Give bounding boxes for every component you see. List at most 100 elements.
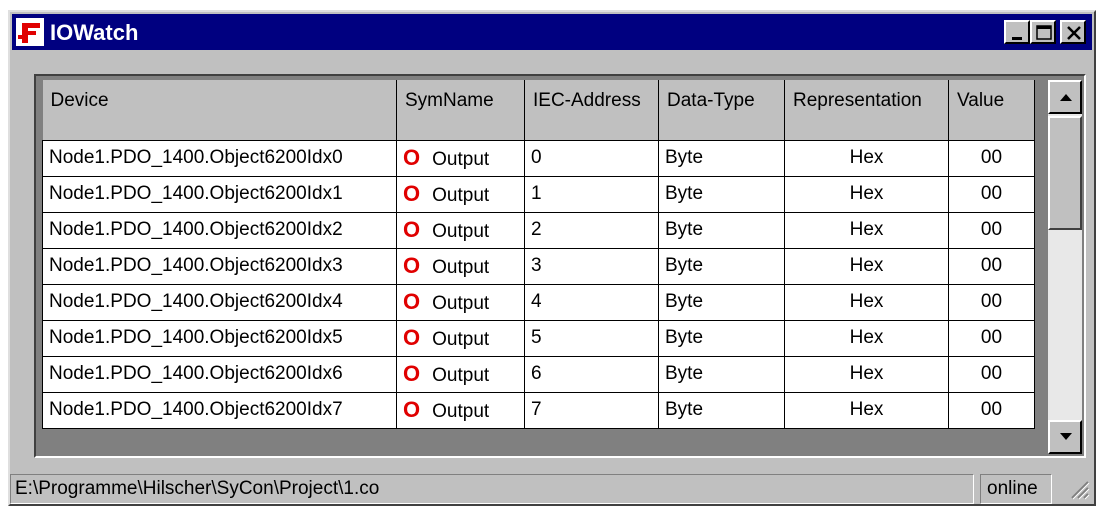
address-cell[interactable]: 6	[524, 355, 659, 393]
scroll-down-button[interactable]	[1048, 420, 1082, 454]
representation-cell[interactable]: Hex	[784, 139, 949, 177]
output-io-icon: O	[403, 181, 421, 206]
table-row[interactable]: Node1.PDO_1400.Object6200Idx6 O Output 6 …	[42, 355, 1035, 393]
type-cell[interactable]: Byte	[658, 355, 785, 393]
representation-cell[interactable]: Hex	[784, 247, 949, 285]
address-cell[interactable]: 0	[524, 139, 659, 177]
symname-text: Output	[432, 293, 490, 314]
table-row[interactable]: Node1.PDO_1400.Object6200Idx7 O Output 7 …	[42, 391, 1035, 429]
sycon-app-icon[interactable]	[16, 18, 44, 46]
symname-cell[interactable]: O Output	[396, 175, 525, 213]
value-cell[interactable]: 00	[948, 391, 1035, 429]
symname-cell[interactable]: O Output	[396, 211, 525, 249]
minimize-button[interactable]	[1004, 20, 1030, 44]
device-cell[interactable]: Node1.PDO_1400.Object6200Idx0	[42, 139, 397, 177]
value-cell[interactable]: 00	[948, 283, 1035, 321]
table-row[interactable]: Node1.PDO_1400.Object6200Idx2 O Output 2 …	[42, 211, 1035, 249]
representation-cell[interactable]: Hex	[784, 175, 949, 213]
value-cell[interactable]: 00	[948, 175, 1035, 213]
minimize-icon	[1012, 37, 1022, 40]
value-cell[interactable]: 00	[948, 355, 1035, 393]
address-cell[interactable]: 7	[524, 391, 659, 429]
device-cell[interactable]: Node1.PDO_1400.Object6200Idx7	[42, 391, 397, 429]
col-header-symname[interactable]: SymName	[396, 80, 525, 141]
io-grid: Device SymName IEC-Address Data-Type Rep…	[34, 74, 1086, 458]
arrow-up-icon	[1060, 94, 1072, 101]
value-cell[interactable]: 00	[948, 319, 1035, 357]
output-io-icon: O	[403, 253, 421, 278]
table-row[interactable]: Node1.PDO_1400.Object6200Idx3 O Output 3 …	[42, 247, 1035, 285]
type-cell[interactable]: Byte	[658, 247, 785, 285]
value-cell[interactable]: 00	[948, 247, 1035, 285]
close-icon	[1067, 26, 1081, 40]
type-cell[interactable]: Byte	[658, 283, 785, 321]
vertical-scrollbar[interactable]	[1048, 80, 1082, 454]
device-cell[interactable]: Node1.PDO_1400.Object6200Idx2	[42, 211, 397, 249]
col-header-iec-address[interactable]: IEC-Address	[524, 80, 659, 141]
symname-text: Output	[432, 149, 490, 170]
symname-text: Output	[432, 221, 490, 242]
symname-cell[interactable]: O Output	[396, 247, 525, 285]
window-title: IOWatch	[50, 20, 139, 45]
output-io-icon: O	[403, 289, 421, 314]
status-bar: E:\Programme\Hilscher\SyCon\Project\1.co…	[10, 474, 1094, 504]
scrollbar-thumb[interactable]	[1048, 116, 1082, 230]
representation-cell[interactable]: Hex	[784, 355, 949, 393]
type-cell[interactable]: Byte	[658, 139, 785, 177]
col-header-device[interactable]: Device	[42, 80, 397, 141]
scroll-up-button[interactable]	[1048, 80, 1082, 114]
symname-text: Output	[432, 257, 490, 278]
table-row[interactable]: Node1.PDO_1400.Object6200Idx1 O Output 1 …	[42, 175, 1035, 213]
type-cell[interactable]: Byte	[658, 391, 785, 429]
status-mode: online	[980, 474, 1052, 504]
title-bar[interactable]: IOWatch	[12, 14, 1092, 50]
symname-cell[interactable]: O Output	[396, 283, 525, 321]
representation-cell[interactable]: Hex	[784, 283, 949, 321]
representation-cell[interactable]: Hex	[784, 319, 949, 357]
symname-cell[interactable]: O Output	[396, 139, 525, 177]
col-header-value[interactable]: Value	[948, 80, 1035, 141]
value-cell[interactable]: 00	[948, 211, 1035, 249]
output-io-icon: O	[403, 325, 421, 350]
output-io-icon: O	[403, 145, 421, 170]
representation-cell[interactable]: Hex	[784, 391, 949, 429]
col-header-representation[interactable]: Representation	[784, 80, 949, 141]
symname-text: Output	[432, 185, 490, 206]
header-row: Device SymName IEC-Address Data-Type Rep…	[42, 80, 1035, 141]
address-cell[interactable]: 4	[524, 283, 659, 321]
symname-text: Output	[432, 329, 490, 350]
address-cell[interactable]: 3	[524, 247, 659, 285]
resize-grip-icon[interactable]	[1068, 478, 1090, 500]
address-cell[interactable]: 1	[524, 175, 659, 213]
type-cell[interactable]: Byte	[658, 211, 785, 249]
close-button[interactable]	[1060, 20, 1086, 44]
output-io-icon: O	[403, 397, 421, 422]
status-path: E:\Programme\Hilscher\SyCon\Project\1.co	[10, 474, 974, 504]
table-row[interactable]: Node1.PDO_1400.Object6200Idx0 O Output 0 …	[42, 139, 1035, 177]
maximize-icon	[1036, 25, 1052, 40]
arrow-down-icon	[1060, 433, 1072, 440]
symname-cell[interactable]: O Output	[396, 355, 525, 393]
symname-text: Output	[432, 365, 490, 386]
io-table: Device SymName IEC-Address Data-Type Rep…	[42, 80, 1035, 429]
value-cell[interactable]: 00	[948, 139, 1035, 177]
table-row[interactable]: Node1.PDO_1400.Object6200Idx4 O Output 4 …	[42, 283, 1035, 321]
address-cell[interactable]: 5	[524, 319, 659, 357]
type-cell[interactable]: Byte	[658, 319, 785, 357]
address-cell[interactable]: 2	[524, 211, 659, 249]
representation-cell[interactable]: Hex	[784, 211, 949, 249]
symname-cell[interactable]: O Output	[396, 391, 525, 429]
device-cell[interactable]: Node1.PDO_1400.Object6200Idx3	[42, 247, 397, 285]
iowatch-window: IOWatch Device SymName IEC-Address Data-…	[8, 10, 1096, 506]
table-row[interactable]: Node1.PDO_1400.Object6200Idx5 O Output 5 …	[42, 319, 1035, 357]
maximize-button[interactable]	[1030, 20, 1056, 44]
col-header-data-type[interactable]: Data-Type	[658, 80, 785, 141]
symname-cell[interactable]: O Output	[396, 319, 525, 357]
device-cell[interactable]: Node1.PDO_1400.Object6200Idx5	[42, 319, 397, 357]
output-io-icon: O	[403, 361, 421, 386]
device-cell[interactable]: Node1.PDO_1400.Object6200Idx1	[42, 175, 397, 213]
device-cell[interactable]: Node1.PDO_1400.Object6200Idx4	[42, 283, 397, 321]
type-cell[interactable]: Byte	[658, 175, 785, 213]
device-cell[interactable]: Node1.PDO_1400.Object6200Idx6	[42, 355, 397, 393]
output-io-icon: O	[403, 217, 421, 242]
